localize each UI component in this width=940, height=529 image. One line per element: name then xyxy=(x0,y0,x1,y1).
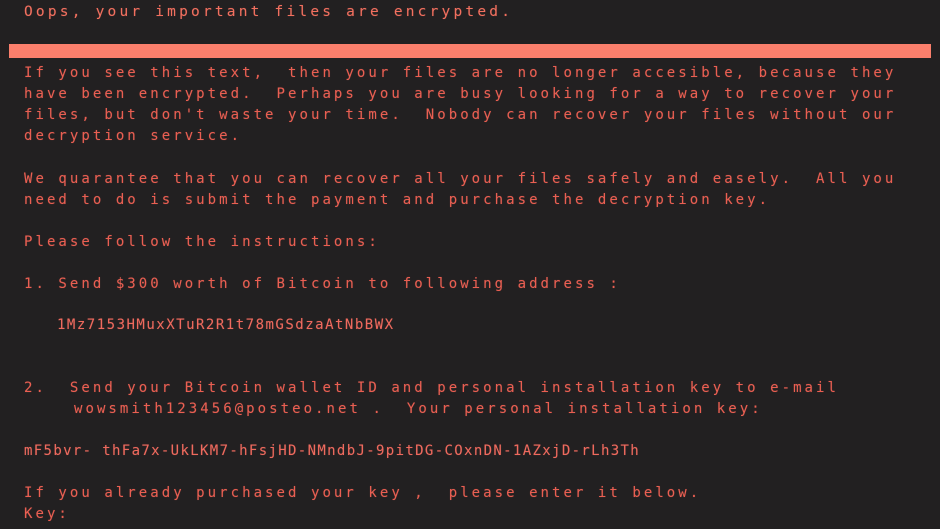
intro-line-4: decryption service. xyxy=(24,128,243,144)
divider-bar xyxy=(9,44,931,58)
guarantee-line-2: need to do is submit the payment and pur… xyxy=(24,192,771,208)
step-2-line-1: 2. Send your Bitcoin wallet ID and perso… xyxy=(24,380,839,396)
instructions-header: Please follow the instructions: xyxy=(24,234,380,250)
intro-line-1: If you see this text, then your files ar… xyxy=(24,65,897,81)
guarantee-line-1: We quarantee that you can recover all yo… xyxy=(24,171,897,187)
page-title: Oops, your important files are encrypted… xyxy=(24,4,514,20)
installation-key[interactable]: mF5bvr- thFa7x-UkLKM7-hFsjHD-NMndbJ-9pit… xyxy=(24,444,640,459)
bitcoin-address[interactable]: 1Mz7153HMuxXTuR2R1t78mGSdzaAtNbBWX xyxy=(57,318,395,333)
intro-line-3: files, but don't waste your time. Nobody… xyxy=(24,107,897,123)
step-2-line-2: wowsmith123456@posteo.net . Your persona… xyxy=(74,401,763,417)
intro-line-2: have been encrypted. Perhaps you are bus… xyxy=(24,86,897,102)
key-input-label: Key: xyxy=(24,506,70,522)
footer-prompt: If you already purchased your key , plea… xyxy=(24,485,702,501)
step-1-text: 1. Send $300 worth of Bitcoin to followi… xyxy=(24,276,621,292)
ransomware-lock-screen: Oops, your important files are encrypted… xyxy=(0,0,940,529)
